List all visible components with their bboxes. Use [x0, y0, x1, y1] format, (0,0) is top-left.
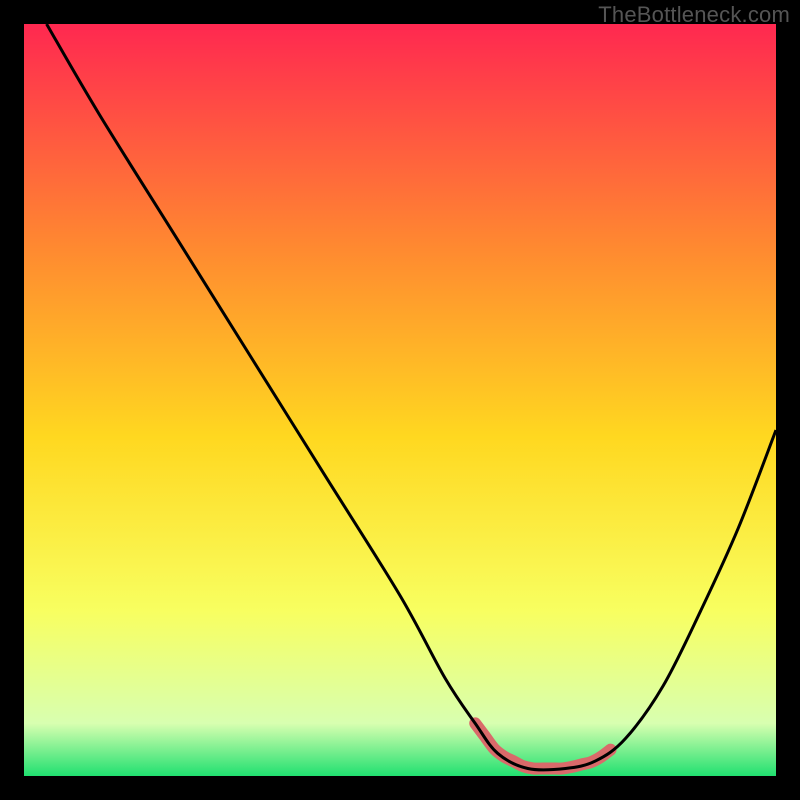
chart-container: TheBottleneck.com: [0, 0, 800, 800]
bottleneck-curve: [47, 24, 776, 770]
plot-area: [24, 24, 776, 776]
curve-layer: [24, 24, 776, 776]
